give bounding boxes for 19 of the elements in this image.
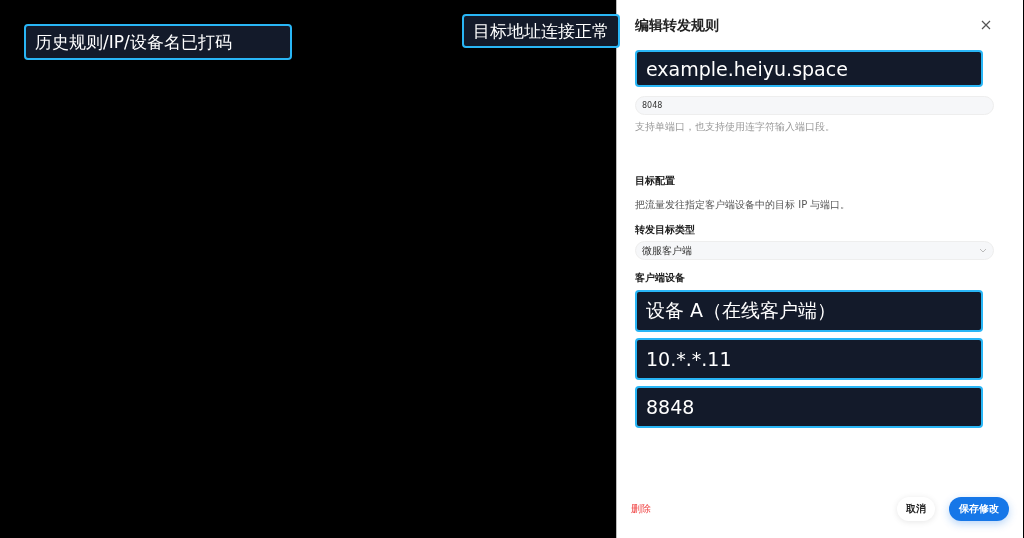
masked-field: example.heiyu.space: [635, 50, 983, 87]
target-type-select[interactable]: 微服客户端: [635, 241, 994, 260]
section-title: 目标配置: [635, 174, 676, 188]
masked-field: 设备 A（在线客户端）: [635, 290, 983, 332]
delete-button[interactable]: 删除: [631, 502, 651, 516]
save-button[interactable]: 保存修改: [949, 497, 1009, 521]
masked-field: 8848: [635, 386, 983, 428]
chevron-down-icon: [979, 248, 987, 253]
annotation-label: 历史规则/IP/设备名已打码: [24, 24, 292, 60]
masked-field: 10.*.*.11: [635, 338, 983, 380]
annotation-label: 目标地址连接正常: [462, 14, 620, 48]
port-input[interactable]: 8048: [635, 96, 994, 115]
section-description: 把流量发往指定客户端设备中的目标 IP 与端口。: [635, 198, 852, 212]
cancel-button[interactable]: 取消: [897, 497, 935, 521]
field-label: 客户端设备: [635, 271, 686, 285]
port-hint: 支持单端口，也支持使用连字符输入端口段。: [635, 120, 836, 134]
field-label: 转发目标类型: [635, 223, 696, 237]
drawer-title: 编辑转发规则: [635, 17, 719, 35]
close-icon[interactable]: [981, 20, 991, 30]
